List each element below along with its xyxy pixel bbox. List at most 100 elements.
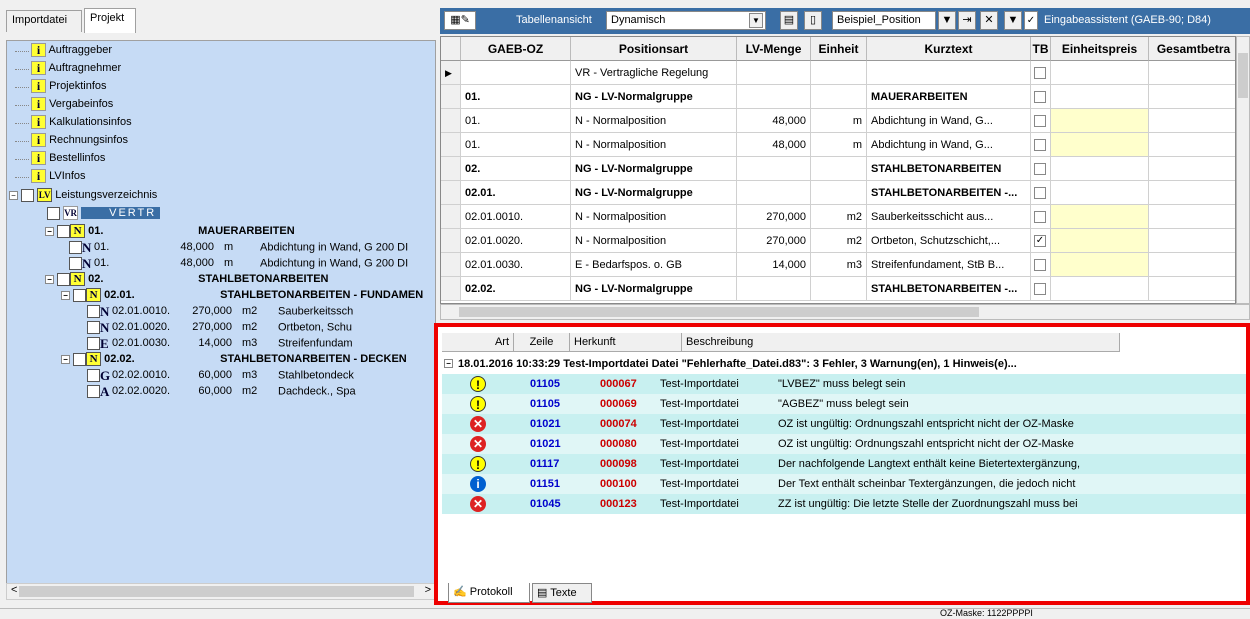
cell-gaeb-oz[interactable]: 02.: [461, 157, 571, 181]
tree-position-node[interactable]: N 02.01.0010. 270,000 m2 Sauberkeitssch: [87, 303, 353, 320]
cell-positionsart[interactable]: VR - Vertragliche Regelung: [571, 61, 737, 85]
cell-gaeb-oz[interactable]: 02.02.: [461, 277, 571, 301]
tb-checkbox[interactable]: [1034, 163, 1046, 176]
cell-einheitspreis[interactable]: [1051, 277, 1149, 301]
col-header-lv-menge[interactable]: LV-Menge: [737, 37, 811, 61]
protocol-row[interactable]: ! 01105 000067 Test-Importdatei "LVBEZ" …: [442, 374, 1246, 394]
tab-texte[interactable]: ▤ Texte: [532, 583, 592, 603]
cell-tb[interactable]: [1031, 85, 1051, 109]
cell-kurztext[interactable]: STAHLBETONARBEITEN: [867, 157, 1031, 181]
collapse-icon[interactable]: −: [9, 190, 18, 200]
col-header-gesamtbetrag[interactable]: Gesamtbetra: [1149, 37, 1235, 61]
cell-gaeb-oz[interactable]: 02.01.0020.: [461, 229, 571, 253]
col-header-herkunft[interactable]: Herkunft: [570, 333, 682, 352]
cell-kurztext[interactable]: MAUERARBEITEN: [867, 85, 1031, 109]
chevron-down-icon[interactable]: ▼: [749, 13, 763, 28]
cell-einheit[interactable]: [811, 85, 867, 109]
scroll-thumb[interactable]: [19, 586, 414, 597]
assistant-checkbox[interactable]: ✓: [1024, 11, 1038, 30]
cell-gesamtbetrag[interactable]: [1149, 61, 1235, 85]
cell-gaeb-oz[interactable]: 02.01.: [461, 181, 571, 205]
cell-kurztext[interactable]: Sauberkeitsschicht aus...: [867, 205, 1031, 229]
tb-checkbox[interactable]: [1034, 211, 1046, 224]
node-checkbox[interactable]: [57, 272, 71, 286]
tree-position-node[interactable]: N 02.01.0020. 270,000 m2 Ortbeton, Schu: [87, 319, 352, 336]
col-header-beschreibung[interactable]: Beschreibung: [682, 333, 1120, 352]
cell-tb[interactable]: [1031, 277, 1051, 301]
cell-tb[interactable]: [1031, 133, 1051, 157]
node-checkbox[interactable]: [73, 288, 87, 302]
cell-einheitspreis[interactable]: [1051, 61, 1149, 85]
cell-lv-menge[interactable]: [737, 277, 811, 301]
cell-einheitspreis[interactable]: [1051, 109, 1149, 133]
cell-gaeb-oz[interactable]: 01.: [461, 109, 571, 133]
cell-gaeb-oz[interactable]: 01.: [461, 133, 571, 157]
tb-checkbox[interactable]: ✓: [1034, 235, 1046, 248]
cell-lv-menge[interactable]: 270,000: [737, 205, 811, 229]
cell-lv-menge[interactable]: 48,000: [737, 133, 811, 157]
col-header-positionsart[interactable]: Positionsart: [571, 37, 737, 61]
row-indicator[interactable]: [441, 181, 461, 205]
tb-checkbox[interactable]: [1034, 187, 1046, 200]
cell-gesamtbetrag[interactable]: [1149, 85, 1235, 109]
cell-einheit[interactable]: [811, 61, 867, 85]
cell-gaeb-oz[interactable]: 02.01.0030.: [461, 253, 571, 277]
tb-checkbox[interactable]: [1034, 139, 1046, 152]
cell-kurztext[interactable]: Streifenfundament, StB B...: [867, 253, 1031, 277]
col-header-tb[interactable]: TB: [1031, 37, 1051, 61]
protocol-row[interactable]: ✕ 01045 000123 Test-Importdatei ZZ ist u…: [442, 494, 1246, 514]
grid-vertical-scrollbar[interactable]: [1236, 36, 1250, 304]
cell-lv-menge[interactable]: 14,000: [737, 253, 811, 277]
col-header-art[interactable]: Art: [442, 333, 514, 352]
cell-gesamtbetrag[interactable]: [1149, 181, 1235, 205]
table-edit-icon[interactable]: ▦✎: [444, 11, 476, 30]
protocol-summary-row[interactable]: − 18.01.2016 10:33:29 Test-Importdatei D…: [442, 354, 1246, 374]
tree-position-node[interactable]: N 01. 48,000 m Abdichtung in Wand, G 200 DI: [69, 255, 408, 272]
collapse-icon[interactable]: −: [61, 354, 70, 364]
cell-einheitspreis[interactable]: [1051, 205, 1149, 229]
protocol-row[interactable]: ! 01105 000069 Test-Importdatei "AGBEZ" …: [442, 394, 1246, 414]
scroll-right-icon[interactable]: >: [425, 584, 431, 596]
tree-position-node[interactable]: N 01. 48,000 m Abdichtung in Wand, G 200 DI: [69, 239, 408, 256]
cell-gesamtbetrag[interactable]: [1149, 205, 1235, 229]
cell-einheitspreis[interactable]: [1051, 229, 1149, 253]
col-header-einheitspreis[interactable]: Einheitspreis: [1051, 37, 1149, 61]
cell-einheit[interactable]: [811, 277, 867, 301]
row-indicator[interactable]: [441, 277, 461, 301]
cell-tb[interactable]: [1031, 109, 1051, 133]
cell-einheitspreis[interactable]: [1051, 253, 1149, 277]
cell-gesamtbetrag[interactable]: [1149, 229, 1235, 253]
cell-tb[interactable]: ✓: [1031, 229, 1051, 253]
tree-position-node[interactable]: E 02.01.0030. 14,000 m3 Streifenfundam: [87, 335, 353, 352]
tree-info-item[interactable]: i LVInfos: [31, 168, 86, 185]
cell-tb[interactable]: [1031, 61, 1051, 85]
delete-icon[interactable]: ✕: [980, 11, 998, 30]
node-checkbox[interactable]: [57, 224, 71, 238]
cell-positionsart[interactable]: NG - LV-Normalgruppe: [571, 85, 737, 109]
row-indicator[interactable]: [441, 157, 461, 181]
row-indicator[interactable]: [441, 133, 461, 157]
cell-einheit[interactable]: [811, 181, 867, 205]
cell-einheit[interactable]: m2: [811, 229, 867, 253]
node-checkbox[interactable]: [87, 369, 100, 382]
cell-einheit[interactable]: m: [811, 109, 867, 133]
row-indicator[interactable]: [441, 205, 461, 229]
node-checkbox[interactable]: [69, 241, 82, 254]
tab-protokoll[interactable]: ✍ Protokoll: [448, 583, 530, 603]
cell-kurztext[interactable]: STAHLBETONARBEITEN -...: [867, 181, 1031, 205]
position-template-select[interactable]: Beispiel_Position: [832, 11, 936, 30]
tb-checkbox[interactable]: [1034, 115, 1046, 128]
protocol-row[interactable]: ! 01117 000098 Test-Importdatei Der nach…: [442, 454, 1246, 474]
insert-icon[interactable]: ⇥: [958, 11, 976, 30]
cell-einheit[interactable]: m: [811, 133, 867, 157]
cell-einheit[interactable]: [811, 157, 867, 181]
node-checkbox[interactable]: [73, 352, 87, 366]
col-header-einheit[interactable]: Einheit: [811, 37, 867, 61]
tree-horizontal-scrollbar[interactable]: < >: [6, 583, 436, 600]
cell-kurztext[interactable]: Abdichtung in Wand, G...: [867, 109, 1031, 133]
cell-kurztext[interactable]: [867, 61, 1031, 85]
cell-einheitspreis[interactable]: [1051, 181, 1149, 205]
protocol-row[interactable]: i 01151 000100 Test-Importdatei Der Text…: [442, 474, 1246, 494]
cell-positionsart[interactable]: NG - LV-Normalgruppe: [571, 157, 737, 181]
cell-lv-menge[interactable]: [737, 181, 811, 205]
